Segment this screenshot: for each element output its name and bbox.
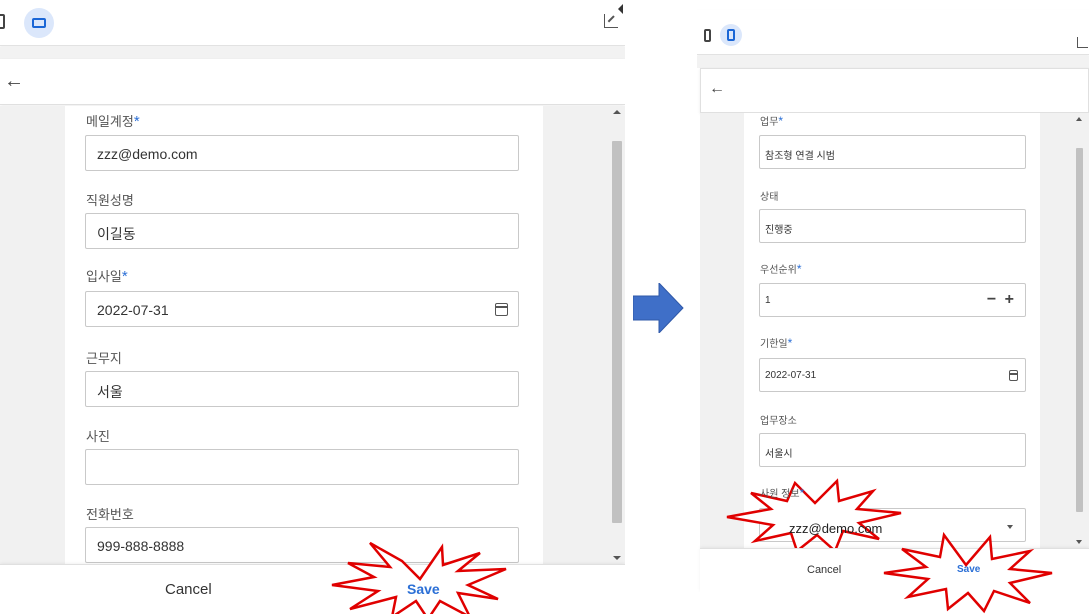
email-field[interactable]: zzz@demo.com	[85, 135, 519, 171]
device-toolbar	[0, 0, 625, 46]
priority-label: 우선순위*	[760, 262, 802, 276]
device-toolbar	[697, 10, 1089, 55]
name-label: 직원성명	[86, 193, 134, 208]
expand-icon[interactable]	[604, 14, 618, 28]
scroll-up-icon[interactable]	[613, 110, 621, 114]
location-value: 서울시	[765, 449, 793, 460]
right-preview-panel: ← 업무* 참조형 연결 시범 상태 진행중 우선순위* 1 − + 기한일* 2…	[697, 0, 1089, 614]
due-date-value: 2022-07-31	[765, 370, 817, 381]
dropdown-caret-icon[interactable]	[1007, 525, 1013, 529]
form-card: 메일계정* zzz@demo.com 직원성명 이길동 입사일* 2022-07…	[65, 106, 543, 564]
burst-highlight-icon	[331, 541, 507, 614]
priority-field[interactable]: 1 − +	[759, 283, 1026, 317]
scroll-down-icon[interactable]	[613, 556, 621, 560]
scroll-thumb[interactable]	[1076, 148, 1083, 512]
workplace-label: 근무지	[86, 351, 122, 366]
burst-highlight-icon	[726, 478, 902, 548]
location-field[interactable]: 서울시	[759, 433, 1026, 467]
workplace-field[interactable]: 서울	[85, 371, 519, 407]
back-arrow-icon[interactable]: ←	[709, 80, 725, 98]
phone-value: 999-888-8888	[97, 538, 185, 554]
next-arrow-icon	[633, 283, 684, 333]
workplace-value: 서울	[97, 384, 123, 400]
toolbar-gap	[697, 56, 1089, 68]
phone-device-icon[interactable]	[704, 29, 711, 42]
cancel-button[interactable]: Cancel	[807, 564, 841, 576]
tablet-device-button[interactable]	[24, 8, 54, 38]
left-preview-panel: ← 메일계정* zzz@demo.com 직원성명 이길동 입사일* 2022-…	[0, 0, 625, 614]
tablet-device-button[interactable]	[720, 24, 742, 46]
location-label: 업무장소	[760, 416, 797, 427]
name-field[interactable]: 이길동	[85, 213, 519, 249]
form-footer: Cancel Save	[700, 531, 1089, 614]
expand-icon[interactable]	[1077, 37, 1088, 48]
employee-label: 사원 정보*	[760, 486, 805, 500]
status-value: 진행중	[765, 225, 793, 236]
form-footer: Cancel Save	[0, 541, 625, 614]
phone-label: 전화번호	[86, 507, 134, 522]
name-value: 이길동	[97, 226, 136, 242]
hire-date-value: 2022-07-31	[97, 302, 169, 318]
employee-value: zzz@demo.com	[789, 521, 883, 536]
form-scroll-area[interactable]: 업무* 참조형 연결 시범 상태 진행중 우선순위* 1 − + 기한일* 202…	[700, 113, 1089, 548]
email-value: zzz@demo.com	[97, 146, 198, 162]
scrollbar[interactable]	[609, 106, 625, 564]
phone-device-icon[interactable]	[0, 14, 5, 29]
task-field[interactable]: 참조형 연결 시범	[759, 135, 1026, 169]
save-button[interactable]: Save	[407, 581, 440, 597]
hire-date-label: 입사일*	[86, 268, 128, 285]
scroll-up-icon[interactable]	[1076, 117, 1082, 121]
tablet-device-icon	[32, 18, 46, 28]
form-header: ←	[0, 59, 625, 105]
tablet-device-icon	[727, 29, 735, 41]
due-date-label: 기한일*	[760, 336, 793, 350]
save-button[interactable]: Save	[957, 564, 980, 575]
calendar-icon[interactable]	[1009, 370, 1018, 381]
scroll-thumb[interactable]	[612, 141, 622, 523]
toolbar-gap	[0, 47, 625, 59]
collapse-icon[interactable]	[618, 4, 623, 14]
task-value: 참조형 연결 시범	[765, 151, 835, 162]
status-field[interactable]: 진행중	[759, 209, 1026, 243]
form-scroll-area[interactable]: 메일계정* zzz@demo.com 직원성명 이길동 입사일* 2022-07…	[0, 106, 625, 564]
scroll-down-icon[interactable]	[1076, 540, 1082, 544]
due-date-field[interactable]: 2022-07-31	[759, 358, 1026, 392]
hire-date-field[interactable]: 2022-07-31	[85, 291, 519, 327]
quantity-stepper[interactable]: − +	[987, 291, 1016, 309]
form-header: ←	[700, 68, 1089, 113]
scrollbar[interactable]	[1073, 113, 1086, 548]
cancel-button[interactable]: Cancel	[165, 581, 212, 598]
calendar-icon[interactable]	[495, 303, 508, 316]
email-label: 메일계정*	[86, 113, 140, 130]
status-label: 상태	[760, 192, 779, 203]
photo-label: 사진	[86, 429, 110, 444]
task-label: 업무*	[760, 114, 784, 128]
photo-field[interactable]	[85, 449, 519, 485]
back-arrow-icon[interactable]: ←	[4, 71, 24, 91]
priority-value: 1	[765, 295, 771, 306]
